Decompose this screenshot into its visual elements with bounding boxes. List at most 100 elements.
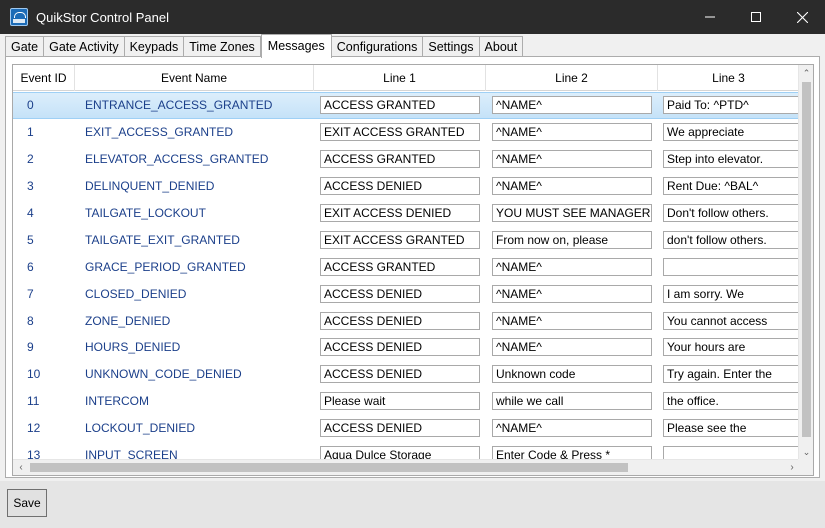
line-2-input[interactable]: ^NAME^	[492, 123, 652, 142]
line-3-input[interactable]: Your hours are	[663, 338, 799, 357]
tab-keypads[interactable]: Keypads	[124, 36, 185, 57]
line-3-input[interactable]: don't follow others.	[663, 230, 799, 249]
table-row[interactable]: 10 UNKNOWN_CODE_DENIED ACCESS DENIED Unknow…	[13, 361, 800, 388]
line-2-cell: Unknown code	[486, 365, 658, 384]
table-row[interactable]: 7 CLOSED_DENIED ACCESS DENIED ^NAME^ I am so…	[13, 280, 800, 307]
scroll-left-icon[interactable]: ‹	[16, 462, 26, 473]
line-3-input[interactable]: You cannot access	[663, 311, 799, 330]
line-2-input[interactable]: ^NAME^	[492, 284, 652, 303]
line-3-input[interactable]: Paid To: ^PTD^	[663, 96, 799, 115]
table-row[interactable]: 11 INTERCOM Please wait while we call the of…	[13, 388, 800, 415]
line-2-input[interactable]: ^NAME^	[492, 311, 652, 330]
line-3-cell: don't follow others.	[658, 230, 799, 249]
line-2-cell: ^NAME^	[486, 257, 658, 276]
line-2-input[interactable]: ^NAME^	[492, 419, 652, 438]
line-3-input[interactable]: Rent Due: ^BAL^	[663, 177, 799, 196]
vertical-scroll-thumb[interactable]	[802, 82, 811, 437]
window-title: QuikStor Control Panel	[36, 9, 169, 25]
line-3-input[interactable]: the office.	[663, 392, 799, 411]
line-3-input[interactable]: Please see the	[663, 419, 799, 438]
scroll-down-icon[interactable]: ⌄	[802, 447, 811, 457]
table-row[interactable]: 5 TAILGATE_EXIT_GRANTED EXIT ACCESS GRANTE…	[13, 226, 800, 253]
table-row[interactable]: 3 DELINQUENT_DENIED ACCESS DENIED ^NAME^ Ren…	[13, 173, 800, 200]
column-header-event-id[interactable]: Event ID	[13, 65, 75, 91]
tab-gate-activity[interactable]: Gate Activity	[44, 36, 125, 57]
line-2-input[interactable]: From now on, please	[492, 230, 652, 249]
line-3-input[interactable]	[663, 257, 799, 276]
line-1-input[interactable]: ACCESS GRANTED	[320, 150, 480, 169]
line-1-input[interactable]: EXIT ACCESS GRANTED	[320, 230, 480, 249]
event-id-cell: 12	[27, 421, 41, 436]
table-row[interactable]: 9 HOURS_DENIED ACCESS DENIED ^NAME^ Your hou…	[13, 334, 800, 361]
table-row[interactable]: 8 ZONE_DENIED ACCESS DENIED ^NAME^ You canno…	[13, 307, 800, 334]
event-name-cell: EXIT_ACCESS_GRANTED	[85, 125, 234, 140]
event-id-cell: 2	[27, 152, 34, 167]
event-id-cell: 6	[27, 259, 34, 274]
event-name-cell: ENTRANCE_ACCESS_GRANTED	[85, 98, 273, 113]
line-1-input[interactable]: ACCESS GRANTED	[320, 257, 480, 276]
line-1-input[interactable]: ACCESS GRANTED	[320, 96, 480, 115]
event-name-cell: TAILGATE_EXIT_GRANTED	[85, 232, 240, 247]
event-id-cell: 8	[27, 313, 34, 328]
tab-about[interactable]: About	[479, 36, 524, 57]
tab-settings[interactable]: Settings	[423, 36, 480, 57]
table-row[interactable]: 0 ENTRANCE_ACCESS_GRANTED ACCESS GRANTED ^N…	[13, 92, 800, 119]
line-2-input[interactable]: while we call	[492, 392, 652, 411]
line-2-input[interactable]: ^NAME^	[492, 150, 652, 169]
column-header-line-1[interactable]: Line 1	[314, 65, 486, 91]
line-3-input[interactable]: Try again. Enter the	[663, 365, 799, 384]
line-1-input[interactable]: ACCESS DENIED	[320, 284, 480, 303]
minimize-button[interactable]	[687, 0, 733, 34]
table-row[interactable]: 4 TAILGATE_LOCKOUT EXIT ACCESS DENIED YOU M…	[13, 200, 800, 227]
line-3-cell: You cannot access	[658, 311, 799, 330]
line-1-input[interactable]: ACCESS DENIED	[320, 311, 480, 330]
line-2-input[interactable]: YOU MUST SEE MANAGER	[492, 204, 652, 222]
column-header-line-2[interactable]: Line 2	[486, 65, 658, 91]
save-button[interactable]: Save	[7, 489, 47, 517]
line-3-input[interactable]: Don't follow others.	[663, 204, 799, 222]
table-row[interactable]: 6 GRACE_PERIOD_GRANTED ACCESS GRANTED ^NAME…	[13, 253, 800, 280]
line-1-input[interactable]: ACCESS DENIED	[320, 338, 480, 357]
line-2-input[interactable]: ^NAME^	[492, 96, 652, 115]
horizontal-scrollbar[interactable]: ‹ ›	[13, 459, 800, 475]
line-3-input[interactable]: We appreciate	[663, 123, 799, 142]
line-2-input[interactable]: ^NAME^	[492, 338, 652, 357]
table-row[interactable]: 2 ELEVATOR_ACCESS_GRANTED ACCESS GRANTED ^N…	[13, 146, 800, 173]
line-2-input[interactable]: ^NAME^	[492, 257, 652, 276]
messages-tab-pane: Event ID Event Name Line 1 Line 2 Line 3…	[5, 56, 820, 478]
table-row[interactable]: 12 LOCKOUT_DENIED ACCESS DENIED ^NAME^ Pleas…	[13, 415, 800, 442]
line-1-input[interactable]: ACCESS DENIED	[320, 419, 480, 438]
horizontal-scroll-thumb[interactable]	[30, 463, 628, 472]
app-icon	[10, 8, 28, 26]
tab-configurations[interactable]: Configurations	[331, 36, 424, 57]
tab-time-zones[interactable]: Time Zones	[184, 36, 261, 57]
line-2-input[interactable]: Unknown code	[492, 365, 652, 384]
close-button[interactable]	[779, 0, 825, 34]
line-1-input[interactable]: Please wait	[320, 392, 480, 411]
event-name-cell: GRACE_PERIOD_GRANTED	[85, 259, 246, 274]
line-3-cell: Don't follow others.	[658, 204, 799, 222]
line-2-cell: ^NAME^	[486, 284, 658, 303]
maximize-button[interactable]	[733, 0, 779, 34]
column-header-line-3[interactable]: Line 3	[658, 65, 800, 91]
scroll-right-icon[interactable]: ›	[787, 462, 797, 473]
line-1-input[interactable]: ACCESS DENIED	[320, 365, 480, 384]
line-3-cell	[658, 257, 799, 276]
bottom-bar: Save	[0, 481, 825, 528]
scroll-up-icon[interactable]: ⌃	[802, 68, 811, 78]
vertical-scrollbar[interactable]: ⌃ ⌄	[798, 65, 813, 460]
tab-gate[interactable]: Gate	[5, 36, 45, 57]
column-header-event-name[interactable]: Event Name	[75, 65, 314, 91]
line-1-input[interactable]: EXIT ACCESS GRANTED	[320, 123, 480, 142]
line-1-input[interactable]: EXIT ACCESS DENIED	[320, 204, 480, 222]
line-3-input[interactable]: I am sorry. We	[663, 284, 799, 303]
table-row[interactable]: 1 EXIT_ACCESS_GRANTED EXIT ACCESS GRANTED ^…	[13, 119, 800, 146]
tab-messages[interactable]: Messages	[260, 34, 332, 58]
line-1-input[interactable]: ACCESS DENIED	[320, 177, 480, 196]
line-2-cell: ^NAME^	[486, 338, 658, 357]
line-3-input[interactable]: Step into elevator.	[663, 150, 799, 169]
line-2-cell: ^NAME^	[486, 96, 658, 115]
line-1-cell: EXIT ACCESS DENIED	[314, 204, 486, 222]
line-2-input[interactable]: ^NAME^	[492, 177, 652, 196]
line-3-cell: Rent Due: ^BAL^	[658, 177, 799, 196]
